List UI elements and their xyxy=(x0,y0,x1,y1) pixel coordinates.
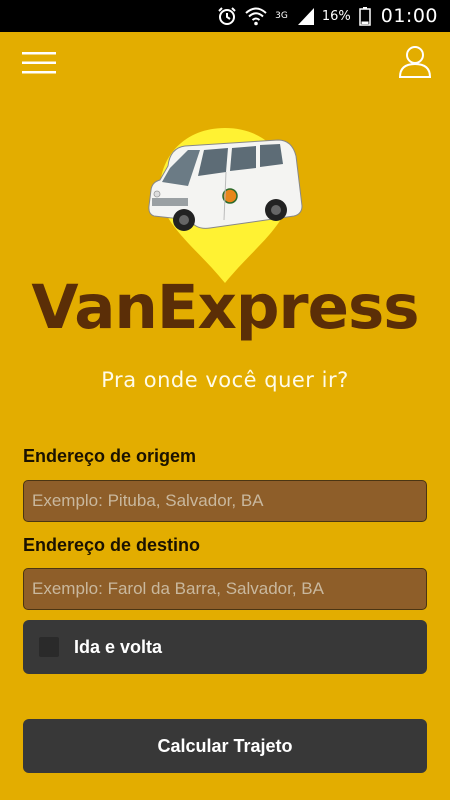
alarm-icon xyxy=(217,6,237,26)
battery-icon xyxy=(358,6,371,26)
wifi-icon xyxy=(245,6,267,26)
origin-input[interactable] xyxy=(23,480,427,522)
origin-label: Endereço de origem xyxy=(23,446,197,466)
battery-percent: 16% xyxy=(321,8,351,24)
destination-label: Endereço de destino xyxy=(23,535,201,555)
network-type-text: 3G xyxy=(275,10,288,21)
user-profile-icon[interactable] xyxy=(398,44,432,78)
calculate-route-button[interactable]: Calcular Trajeto xyxy=(23,719,427,773)
app-title: VanExpress xyxy=(31,272,419,343)
network-3g-icon: 3G xyxy=(275,10,288,21)
tagline: Pra onde você quer ir? xyxy=(101,368,349,392)
status-bar: 3G 16% 01:00 xyxy=(0,0,450,32)
round-trip-checkbox[interactable] xyxy=(39,637,59,657)
hamburger-menu-icon[interactable] xyxy=(22,50,56,76)
round-trip-label: Ida e volta xyxy=(74,636,163,657)
destination-input[interactable] xyxy=(23,568,427,610)
signal-icon xyxy=(296,6,316,26)
round-trip-checkbox-row[interactable]: Ida e volta xyxy=(23,620,427,674)
van-location-pin-icon xyxy=(140,128,310,288)
clock: 01:00 xyxy=(380,5,438,27)
